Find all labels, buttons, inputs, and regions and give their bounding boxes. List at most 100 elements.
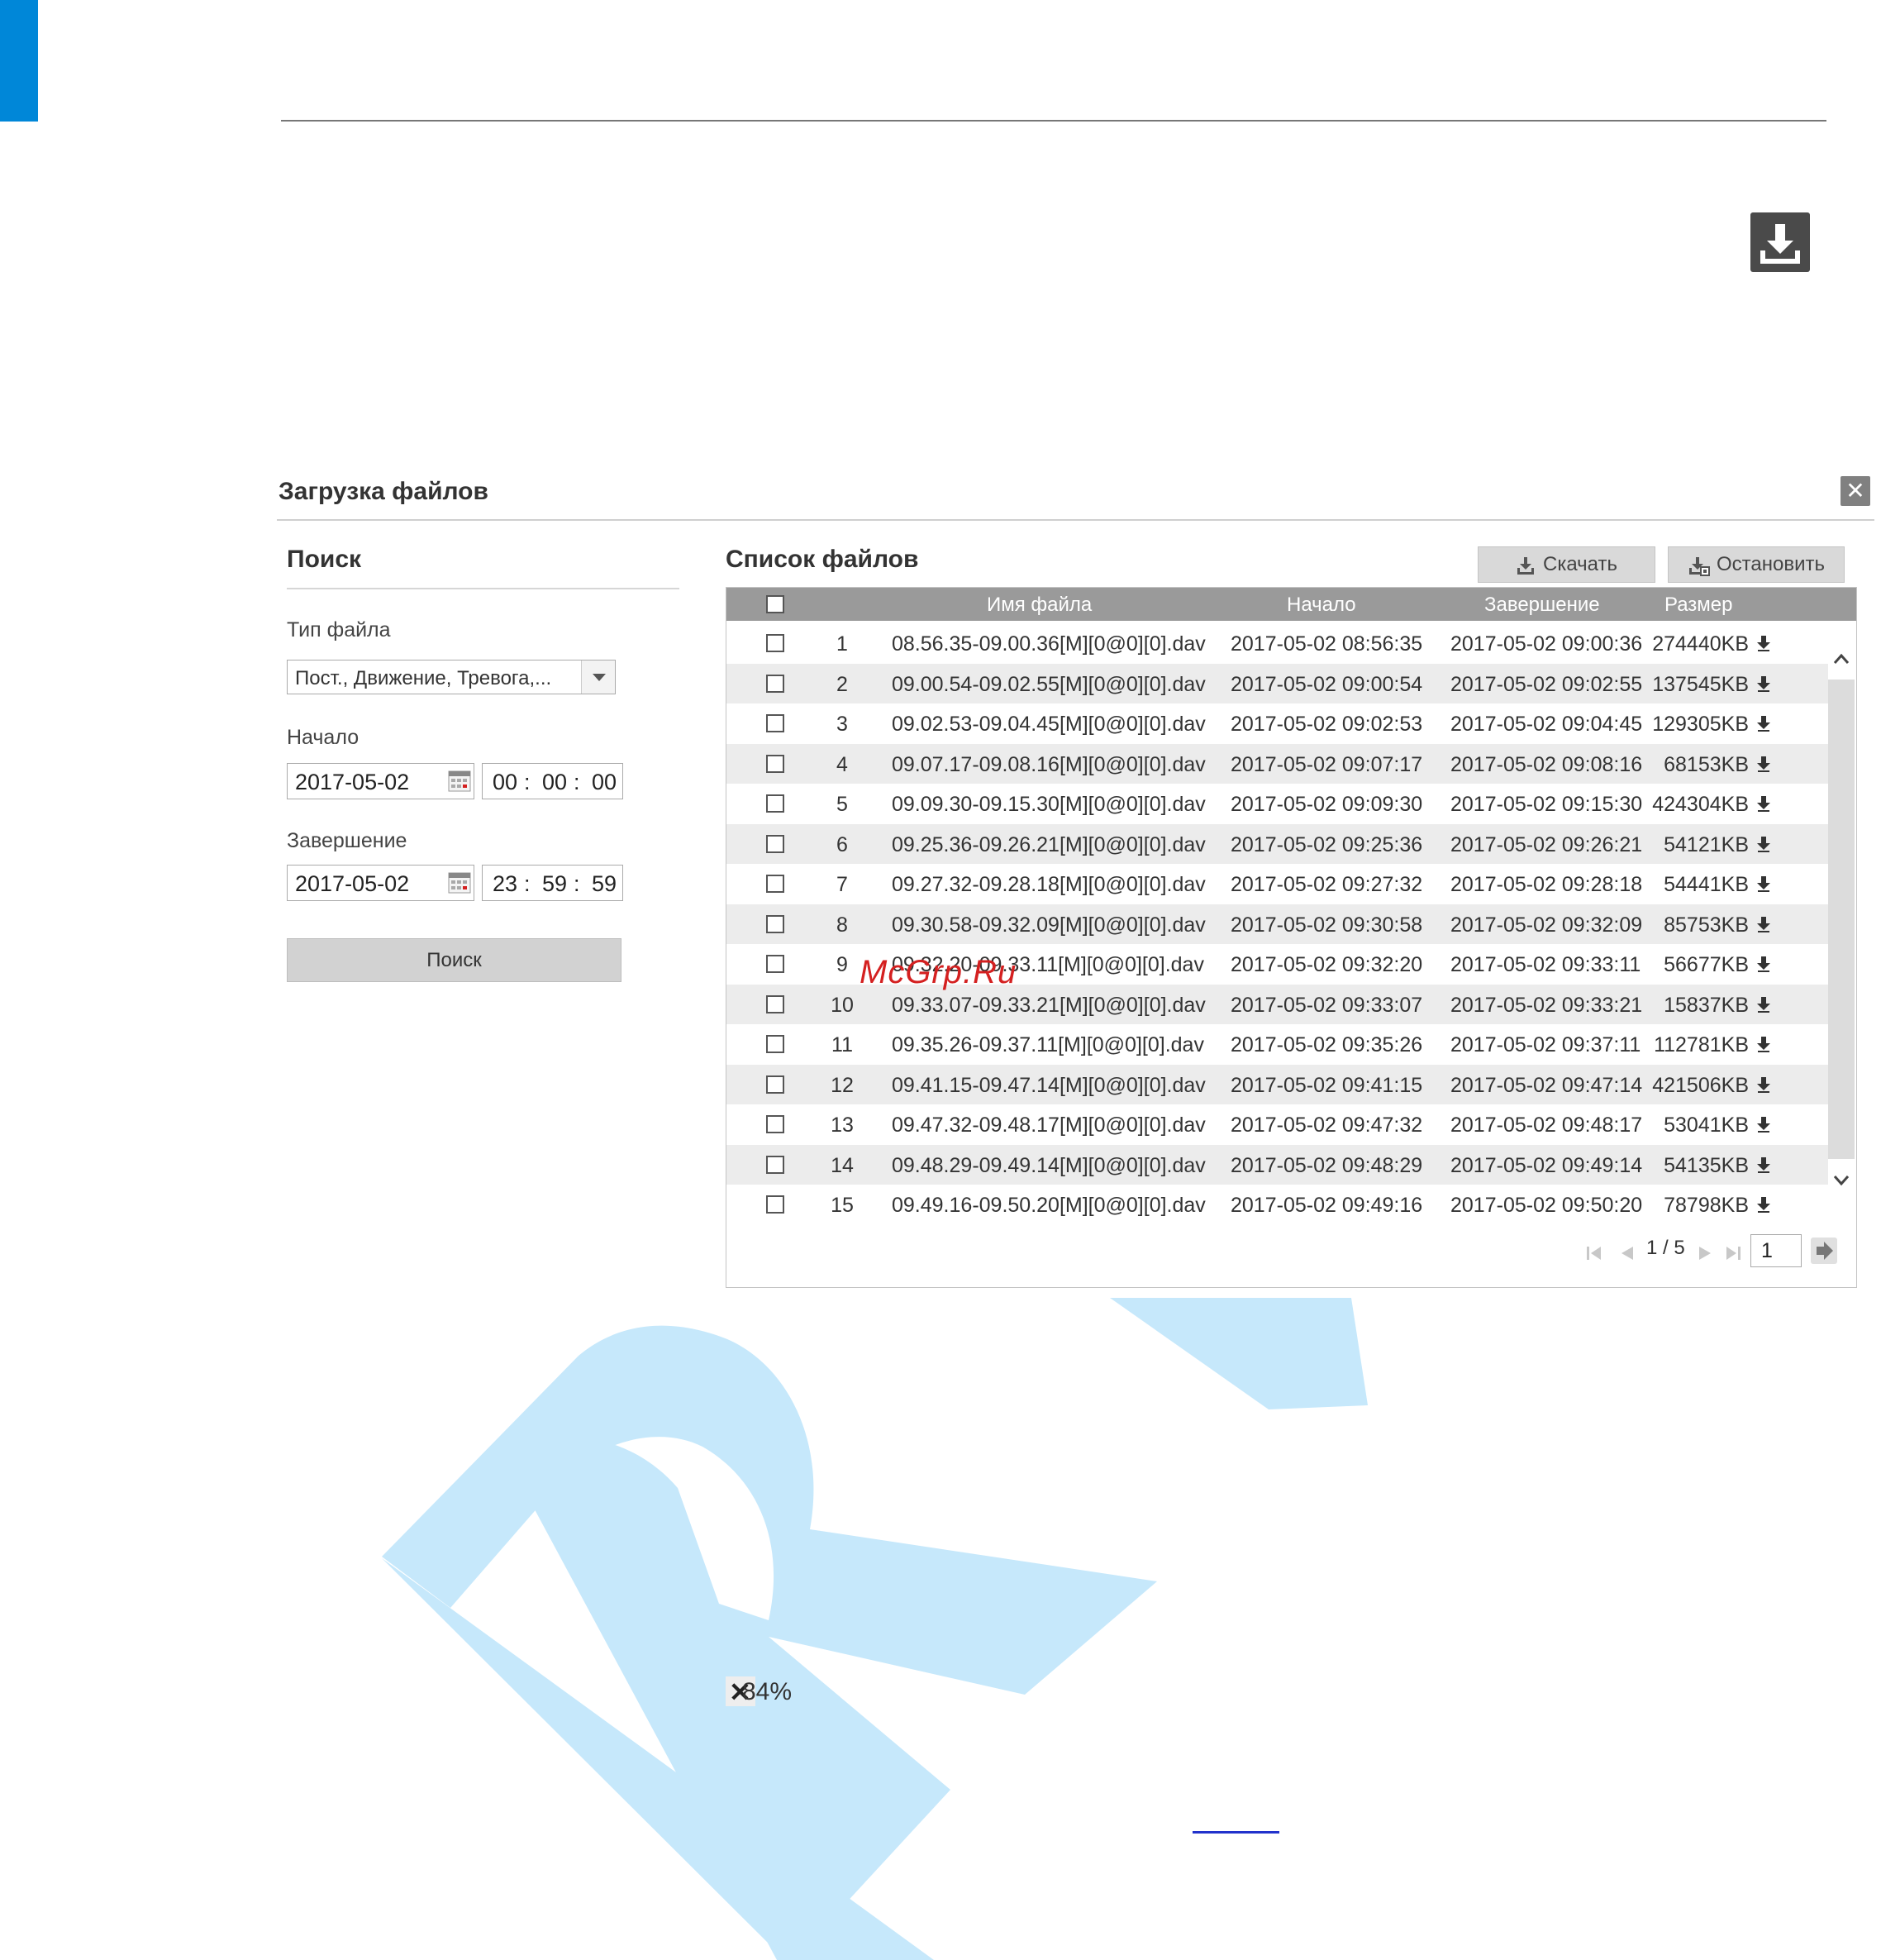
table-row[interactable]: 12 09.41.15-09.47.14[M][0@0][0].dav 2017-0… xyxy=(726,1064,1828,1104)
row-number: 7 xyxy=(836,873,848,896)
prev-page-icon[interactable] xyxy=(1618,1244,1636,1262)
column-header-start[interactable]: Начало xyxy=(1287,594,1356,617)
download-icon[interactable] xyxy=(1750,212,1810,272)
end-time: 2017-05-02 09:04:45 xyxy=(1450,713,1643,736)
download-progress: ✕ 84% xyxy=(726,1676,800,1707)
table-row[interactable]: 2 09.00.54-09.02.55[M][0@0][0].dav 2017-05… xyxy=(726,663,1828,703)
row-download-icon[interactable] xyxy=(1755,1115,1772,1133)
table-row[interactable]: 6 09.25.36-09.26.21[M][0@0][0].dav 2017-05… xyxy=(726,823,1828,864)
row-checkbox[interactable] xyxy=(766,714,784,732)
start-minute[interactable]: 00 xyxy=(542,770,567,795)
start-time: 2017-05-02 09:25:36 xyxy=(1231,832,1423,856)
row-checkbox[interactable] xyxy=(766,1075,784,1094)
download-button[interactable]: Скачать xyxy=(1478,546,1655,583)
row-download-icon[interactable] xyxy=(1755,1035,1772,1053)
row-checkbox[interactable] xyxy=(766,955,784,973)
row-checkbox[interactable] xyxy=(766,1115,784,1133)
calendar-icon[interactable] xyxy=(448,770,471,793)
dropdown-arrow-icon[interactable] xyxy=(581,660,615,694)
end-second[interactable]: 59 xyxy=(592,871,617,897)
calendar-icon[interactable] xyxy=(448,871,471,894)
go-page-icon[interactable] xyxy=(1810,1237,1838,1265)
row-checkbox[interactable] xyxy=(766,794,784,813)
link-underline[interactable] xyxy=(1193,1831,1279,1834)
row-checkbox[interactable] xyxy=(766,634,784,652)
row-download-icon[interactable] xyxy=(1755,714,1772,732)
row-download-icon[interactable] xyxy=(1755,875,1772,893)
table-row[interactable]: 14 09.48.29-09.49.14[M][0@0][0].dav 2017-0… xyxy=(726,1144,1828,1185)
time-separator: : xyxy=(574,770,580,794)
row-download-icon[interactable] xyxy=(1755,955,1772,973)
start-time: 2017-05-02 09:35:26 xyxy=(1231,1033,1423,1056)
file-type-label: Тип файла xyxy=(287,618,391,641)
row-checkbox[interactable] xyxy=(766,875,784,893)
search-button[interactable]: Поиск xyxy=(287,938,621,982)
row-download-icon[interactable] xyxy=(1755,1195,1772,1214)
end-hour[interactable]: 23 xyxy=(493,871,517,897)
next-page-icon[interactable] xyxy=(1696,1244,1714,1262)
file-size: 56677KB xyxy=(1664,953,1749,976)
row-number: 9 xyxy=(836,953,848,976)
row-checkbox[interactable] xyxy=(766,834,784,853)
row-checkbox[interactable] xyxy=(766,674,784,693)
start-time: 2017-05-02 09:00:54 xyxy=(1231,672,1423,696)
row-checkbox[interactable] xyxy=(766,994,784,1013)
file-size: 54121KB xyxy=(1664,832,1749,856)
table-row[interactable]: 7 09.27.32-09.28.18[M][0@0][0].dav 2017-05… xyxy=(726,864,1828,904)
row-checkbox[interactable] xyxy=(766,914,784,933)
table-row[interactable]: 3 09.02.53-09.04.45[M][0@0][0].dav 2017-05… xyxy=(726,703,1828,743)
column-header-end[interactable]: Завершение xyxy=(1484,594,1600,617)
end-time-input[interactable]: 23 : 59 : 59 xyxy=(482,865,623,901)
page-accent-tab xyxy=(0,0,38,122)
row-download-icon[interactable] xyxy=(1755,755,1772,773)
table-row[interactable]: 15 09.49.16-09.50.20[M][0@0][0].dav 2017-0… xyxy=(726,1185,1828,1224)
table-row[interactable]: 4 09.07.17-09.08.16[M][0@0][0].dav 2017-05… xyxy=(726,743,1828,784)
column-header-size[interactable]: Размер xyxy=(1664,594,1733,617)
file-name: 09.02.53-09.04.45[M][0@0][0].dav xyxy=(892,713,1206,736)
row-checkbox[interactable] xyxy=(766,754,784,773)
file-size: 54135KB xyxy=(1664,1153,1749,1177)
start-time-input[interactable]: 00 : 00 : 00 xyxy=(482,763,623,799)
end-date-input[interactable]: 2017-05-02 xyxy=(287,865,474,901)
row-download-icon[interactable] xyxy=(1755,1075,1772,1094)
table-row[interactable]: 8 09.30.58-09.32.09[M][0@0][0].dav 2017-05… xyxy=(726,904,1828,944)
row-download-icon[interactable] xyxy=(1755,794,1772,813)
row-download-icon[interactable] xyxy=(1755,835,1772,853)
row-checkbox[interactable] xyxy=(766,1035,784,1053)
row-download-icon[interactable] xyxy=(1755,995,1772,1013)
close-icon[interactable]: ✕ xyxy=(1841,476,1870,506)
table-row[interactable]: 5 09.09.30-09.15.30[M][0@0][0].dav 2017-05… xyxy=(726,784,1828,823)
last-page-icon[interactable] xyxy=(1724,1244,1742,1262)
file-name: 09.35.26-09.37.11[M][0@0][0].dav xyxy=(892,1033,1204,1056)
select-all-checkbox[interactable] xyxy=(766,595,784,613)
row-download-icon[interactable] xyxy=(1755,915,1772,933)
scrollbar-thumb[interactable] xyxy=(1828,680,1855,1159)
row-download-icon[interactable] xyxy=(1755,675,1772,693)
table-row[interactable]: 11 09.35.26-09.37.11[M][0@0][0].dav 2017-0… xyxy=(726,1024,1828,1064)
page-number-input[interactable]: 1 xyxy=(1750,1234,1802,1267)
start-date-value: 2017-05-02 xyxy=(295,770,410,794)
file-name: 09.25.36-09.26.21[M][0@0][0].dav xyxy=(892,832,1206,856)
row-download-icon[interactable] xyxy=(1755,634,1772,652)
end-time: 2017-05-02 09:33:11 xyxy=(1450,953,1641,976)
file-name: 09.00.54-09.02.55[M][0@0][0].dav xyxy=(892,672,1206,696)
file-type-select[interactable]: Пост., Движение, Тревога,... xyxy=(287,660,616,694)
start-hour[interactable]: 00 xyxy=(493,770,517,795)
stop-button[interactable]: Остановить xyxy=(1668,546,1845,583)
page-indicator: 1 / 5 xyxy=(1646,1237,1685,1259)
column-header-name[interactable]: Имя файла xyxy=(987,594,1092,617)
end-minute[interactable]: 59 xyxy=(542,871,567,897)
scroll-up-icon[interactable] xyxy=(1828,646,1855,671)
row-download-icon[interactable] xyxy=(1755,1156,1772,1174)
start-second[interactable]: 00 xyxy=(592,770,617,795)
scroll-down-icon[interactable] xyxy=(1828,1168,1855,1193)
start-time: 2017-05-02 09:47:32 xyxy=(1231,1114,1423,1137)
end-time: 2017-05-02 09:00:36 xyxy=(1450,632,1643,656)
start-date-input[interactable]: 2017-05-02 xyxy=(287,763,474,799)
end-time: 2017-05-02 09:15:30 xyxy=(1450,793,1643,816)
row-checkbox[interactable] xyxy=(766,1155,784,1174)
table-row[interactable]: 1 08.56.35-09.00.36[M][0@0][0].dav 2017-05… xyxy=(726,623,1828,663)
first-page-icon[interactable] xyxy=(1585,1244,1603,1262)
table-row[interactable]: 13 09.47.32-09.48.17[M][0@0][0].dav 2017-0… xyxy=(726,1104,1828,1144)
row-checkbox[interactable] xyxy=(766,1195,784,1214)
